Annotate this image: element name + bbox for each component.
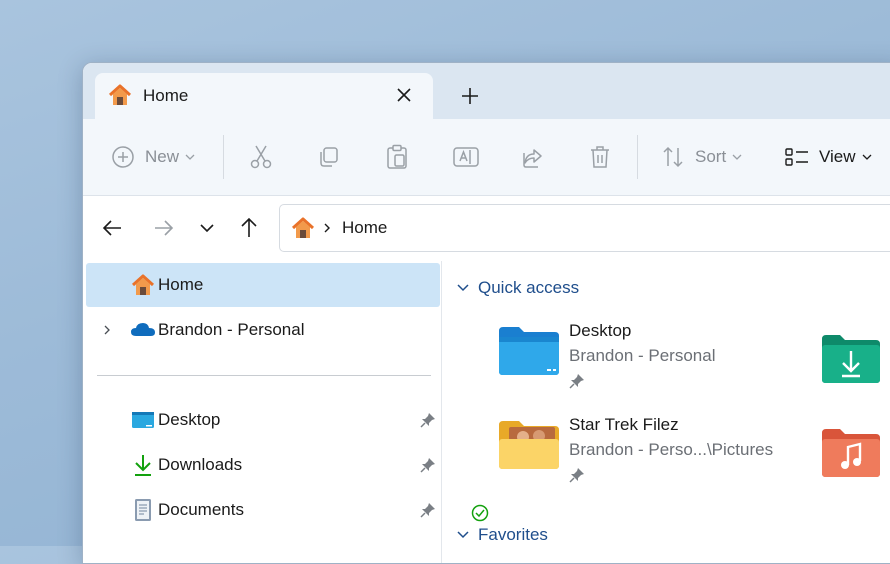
chevron-down-icon: [457, 284, 469, 292]
clipboard-icon: [387, 144, 407, 169]
paste-button[interactable]: [385, 141, 409, 173]
trash-icon: [591, 146, 609, 168]
file-explorer-window: Home New Sort View Home Home Brandon - P…: [82, 62, 890, 564]
tab-home[interactable]: Home: [95, 73, 433, 119]
cloud-icon: [131, 323, 155, 336]
rename-button[interactable]: [453, 141, 479, 173]
new-tab-plus-icon[interactable]: [459, 85, 481, 107]
cut-button[interactable]: [249, 141, 273, 173]
quick-access-item-desktop[interactable]: Desktop Brandon - Personal: [497, 321, 797, 401]
sort-label: Sort: [695, 147, 727, 166]
chevron-down-icon: [457, 531, 469, 539]
chevron-right-icon[interactable]: [322, 221, 332, 235]
item-location: Brandon - Personal: [569, 346, 716, 365]
toolbar-separator: [637, 135, 638, 179]
command-bar: New Sort View: [83, 119, 890, 196]
rename-icon: [453, 147, 479, 167]
address-location: Home: [342, 218, 388, 237]
sidebar-item-label: Documents: [158, 500, 244, 519]
view-button[interactable]: View: [785, 141, 872, 173]
content-pane: Quick access Desktop Brandon - Personal: [442, 261, 890, 563]
pin-icon[interactable]: [569, 467, 585, 483]
new-label: New: [145, 147, 180, 166]
tab-title: Home: [143, 86, 189, 105]
downloads-folder-icon[interactable]: [820, 331, 882, 383]
item-name: Star Trek Filez: [569, 415, 679, 434]
quick-access-item-star-trek-filez[interactable]: Star Trek Filez Brandon - Perso...\Pictu…: [497, 415, 797, 495]
add-circle-icon: [112, 146, 134, 168]
item-name: Desktop: [569, 321, 632, 340]
sidebar-item-label: Home: [158, 275, 204, 294]
home-icon: [291, 217, 315, 238]
new-button[interactable]: New: [111, 141, 195, 173]
sidebar-item-documents[interactable]: Documents: [86, 488, 440, 532]
sidebar-item-onedrive[interactable]: Brandon - Personal: [86, 308, 440, 352]
favorites-header[interactable]: Favorites: [456, 525, 548, 545]
view-list-icon: [785, 148, 808, 166]
sidebar-item-downloads[interactable]: Downloads: [86, 443, 440, 487]
view-label: View: [819, 147, 856, 166]
navigation-pane: Home Brandon - Personal Desktop Download…: [83, 261, 441, 563]
sidebar-item-label: Desktop: [158, 410, 221, 429]
up-arrow-icon[interactable]: [237, 216, 261, 240]
recent-locations-chevron-icon[interactable]: [195, 216, 219, 240]
pin-icon[interactable]: [420, 412, 436, 428]
pin-icon[interactable]: [420, 457, 436, 473]
item-location: Brandon - Perso...\Pictures: [569, 440, 774, 459]
address-bar[interactable]: Home: [279, 204, 890, 252]
download-arrow-icon: [135, 455, 151, 476]
picture-folder-icon: [499, 421, 559, 469]
copy-icon: [320, 147, 338, 167]
sidebar-item-home[interactable]: Home: [86, 263, 440, 307]
home-icon: [131, 274, 155, 295]
sort-button[interactable]: Sort: [661, 141, 742, 173]
toolbar-separator: [223, 135, 224, 179]
chevron-right-icon[interactable]: [102, 323, 112, 337]
desktop-folder-icon: [499, 327, 559, 375]
navigation-bar: Home: [83, 196, 890, 260]
music-folder-icon[interactable]: [820, 425, 882, 477]
home-icon: [108, 84, 132, 105]
pin-icon[interactable]: [569, 373, 585, 389]
section-title: Quick access: [478, 278, 580, 297]
back-arrow-icon[interactable]: [101, 216, 125, 240]
share-button[interactable]: [521, 141, 545, 173]
quick-access-header[interactable]: Quick access: [456, 278, 579, 298]
share-icon: [523, 149, 542, 168]
sidebar-divider: [97, 375, 431, 376]
chevron-down-icon: [732, 154, 742, 160]
sort-arrows-icon: [663, 146, 683, 168]
chevron-down-icon: [862, 154, 872, 160]
title-bar: Home: [83, 63, 890, 119]
close-icon[interactable]: [393, 84, 415, 106]
desktop-icon: [132, 412, 154, 428]
delete-button[interactable]: [589, 141, 611, 173]
sync-ok-check-icon: [471, 504, 489, 522]
forward-arrow-icon[interactable]: [151, 216, 175, 240]
section-title: Favorites: [478, 525, 548, 544]
document-icon: [135, 499, 151, 521]
sidebar-item-label: Brandon - Personal: [158, 320, 305, 339]
sidebar-item-desktop[interactable]: Desktop: [86, 398, 440, 442]
scissors-icon: [250, 145, 272, 169]
sidebar-item-label: Downloads: [158, 455, 243, 474]
copy-button[interactable]: [317, 141, 341, 173]
pin-icon[interactable]: [420, 502, 436, 518]
chevron-down-icon: [185, 154, 195, 160]
